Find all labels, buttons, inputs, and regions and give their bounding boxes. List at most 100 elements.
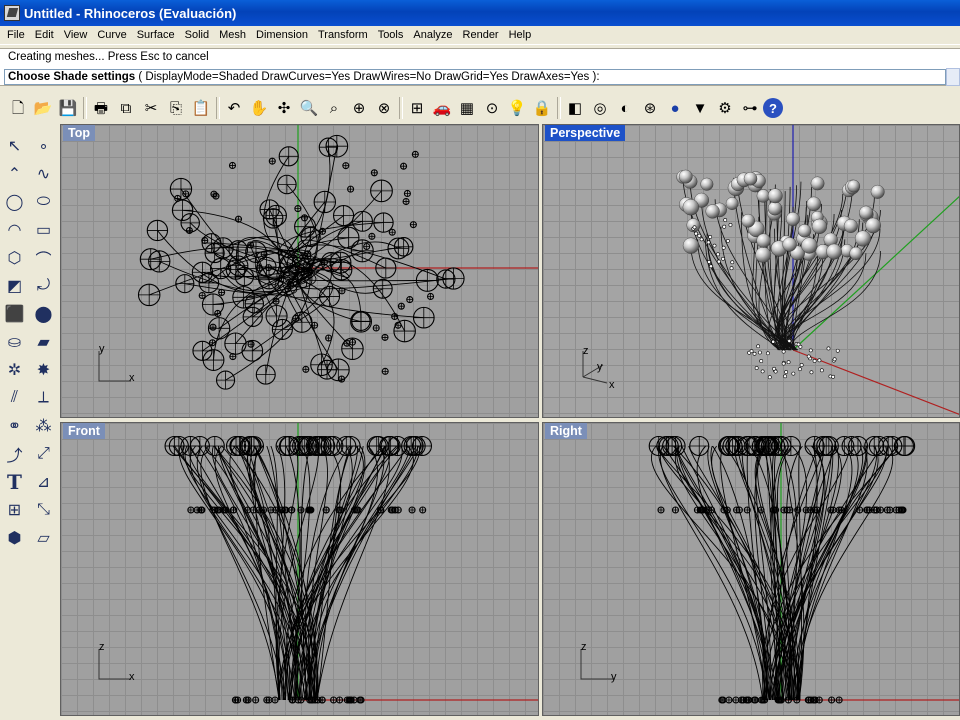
viewport-title-front[interactable]: Front	[63, 423, 105, 439]
shade-icon[interactable]: ◧	[563, 96, 587, 120]
rectangle-icon[interactable]: ▭	[29, 216, 58, 244]
sphere	[801, 237, 818, 254]
persp-axis-label-z: z	[583, 345, 589, 357]
four-viewports-icon[interactable]: ⊞	[405, 96, 429, 120]
sphere-half-icon[interactable]: ◐	[613, 96, 637, 120]
new-icon[interactable]: 🗋	[6, 96, 30, 120]
patch-icon[interactable]: ▰	[29, 328, 58, 356]
viewport-front[interactable]: Front z x	[60, 422, 539, 716]
viewport-title-perspective[interactable]: Perspective	[545, 125, 626, 141]
polyline-icon[interactable]: ⌃	[0, 160, 29, 188]
small-point	[708, 235, 713, 239]
save-icon[interactable]: 💾	[56, 96, 80, 120]
render-icon[interactable]: ●	[663, 96, 687, 120]
ellipse-icon[interactable]: ⬭	[29, 188, 58, 216]
menu-file[interactable]: File	[2, 29, 30, 41]
grid-icon[interactable]: ▦	[455, 96, 479, 120]
zoom-icon[interactable]: 🔍	[297, 96, 321, 120]
curve-tool-icon[interactable]: ⤴	[0, 440, 29, 468]
window-title: Untitled - Rhinoceros (Evaluación)	[24, 5, 237, 21]
point-icon[interactable]: ⊙	[480, 96, 504, 120]
curve-icon[interactable]: ∿	[29, 160, 58, 188]
sweep-icon[interactable]: ⤾	[29, 272, 58, 300]
menu-curve[interactable]: Curve	[92, 29, 131, 41]
viewport-top[interactable]: Top y x	[60, 124, 539, 418]
polygon-icon[interactable]: ⬡	[0, 244, 29, 272]
menu-dimension[interactable]: Dimension	[251, 29, 313, 41]
zoom-window-icon[interactable]: ⌕	[322, 96, 346, 120]
surface-icon[interactable]: ◩	[0, 272, 29, 300]
fillet-icon[interactable]: ⌒	[29, 244, 58, 272]
menu-render[interactable]: Render	[458, 29, 504, 41]
command-scroll[interactable]	[946, 68, 960, 86]
box-icon[interactable]: ⬛	[0, 300, 29, 328]
menu-transform[interactable]: Transform	[313, 29, 373, 41]
settings-icon[interactable]: ⚙	[713, 96, 737, 120]
extend-icon[interactable]: ⟂	[29, 384, 58, 412]
zoom-extents-icon[interactable]: ⊕	[347, 96, 371, 120]
point-icon[interactable]: ∘	[29, 132, 58, 160]
menu-view[interactable]: View	[59, 29, 93, 41]
import-icon[interactable]: ⧉	[114, 96, 138, 120]
group-icon[interactable]: ⊞	[0, 496, 29, 524]
circle-icon[interactable]: ◯	[0, 188, 29, 216]
car-icon[interactable]: 🚗	[430, 96, 454, 120]
color-wheel-icon[interactable]: ◎	[588, 96, 612, 120]
command-prompt-input[interactable]: Choose Shade settings ( DisplayMode=Shad…	[4, 69, 946, 85]
menu-solid[interactable]: Solid	[180, 29, 214, 41]
offset-icon[interactable]: ⤢	[29, 440, 58, 468]
small-point	[730, 260, 735, 265]
explode-icon[interactable]: ✸	[29, 356, 58, 384]
sphere-icon[interactable]: ⬤	[29, 300, 58, 328]
light-icon[interactable]: 💡	[505, 96, 529, 120]
undo-icon[interactable]: ↶	[222, 96, 246, 120]
select-arrow-icon[interactable]: ↖	[0, 132, 29, 160]
small-point	[694, 231, 698, 236]
split-icon[interactable]: ⫽	[0, 384, 29, 412]
small-point	[757, 350, 762, 355]
cut-icon[interactable]: ✂	[139, 96, 163, 120]
plane-icon[interactable]: ▱	[29, 524, 58, 552]
transform-icon[interactable]: ⤡	[29, 496, 58, 524]
text-icon[interactable]: T	[0, 468, 29, 496]
arc-icon[interactable]: ◠	[0, 216, 29, 244]
wire-sphere-icon[interactable]: ⊛	[638, 96, 662, 120]
help-icon[interactable]: ?	[763, 98, 783, 118]
layout-icon[interactable]: ⊶	[738, 96, 762, 120]
viewport-perspective[interactable]: Perspective z y x	[542, 124, 960, 418]
viewport-title-right[interactable]: Right	[545, 423, 587, 439]
curve	[658, 445, 767, 701]
menu-edit[interactable]: Edit	[30, 29, 59, 41]
small-point	[692, 225, 697, 230]
rotate-view-icon[interactable]: ✣	[272, 96, 296, 120]
pan-icon[interactable]: ✋	[247, 96, 271, 120]
small-point	[812, 359, 817, 363]
open-icon[interactable]: 📂	[31, 96, 55, 120]
command-options[interactable]: ( DisplayMode=Shaded DrawCurves=Yes Draw…	[138, 71, 599, 83]
array-icon[interactable]: ⁂	[29, 412, 58, 440]
cylinder-icon[interactable]: ⛀	[0, 328, 29, 356]
dimension-icon[interactable]: ⊿	[29, 468, 58, 496]
menu-tools[interactable]: Tools	[373, 29, 409, 41]
lock-icon[interactable]: 🔒	[530, 96, 554, 120]
mesh-icon[interactable]: ⬢	[0, 524, 29, 552]
menu-help[interactable]: Help	[504, 29, 537, 41]
small-point	[749, 349, 754, 354]
print-icon[interactable]: 🖶	[89, 96, 113, 120]
viewport-title-top[interactable]: Top	[63, 125, 95, 141]
sphere	[826, 243, 842, 260]
sphere	[849, 246, 863, 260]
menu-mesh[interactable]: Mesh	[214, 29, 251, 41]
viewport-right[interactable]: Right z y	[542, 422, 960, 716]
gear-icon[interactable]: ✲	[0, 356, 29, 384]
paste-icon[interactable]: 📋	[189, 96, 213, 120]
top-axis-label-a: y	[99, 343, 105, 355]
menu-surface[interactable]: Surface	[132, 29, 180, 41]
sphere	[854, 230, 871, 247]
menu-analyze[interactable]: Analyze	[408, 29, 457, 41]
small-point	[697, 233, 702, 238]
boolean-icon[interactable]: ⚭	[0, 412, 29, 440]
zoom-selected-icon[interactable]: ⊗	[372, 96, 396, 120]
copy-icon[interactable]: ⎘	[164, 96, 188, 120]
paint-icon[interactable]: ▼	[688, 96, 712, 120]
